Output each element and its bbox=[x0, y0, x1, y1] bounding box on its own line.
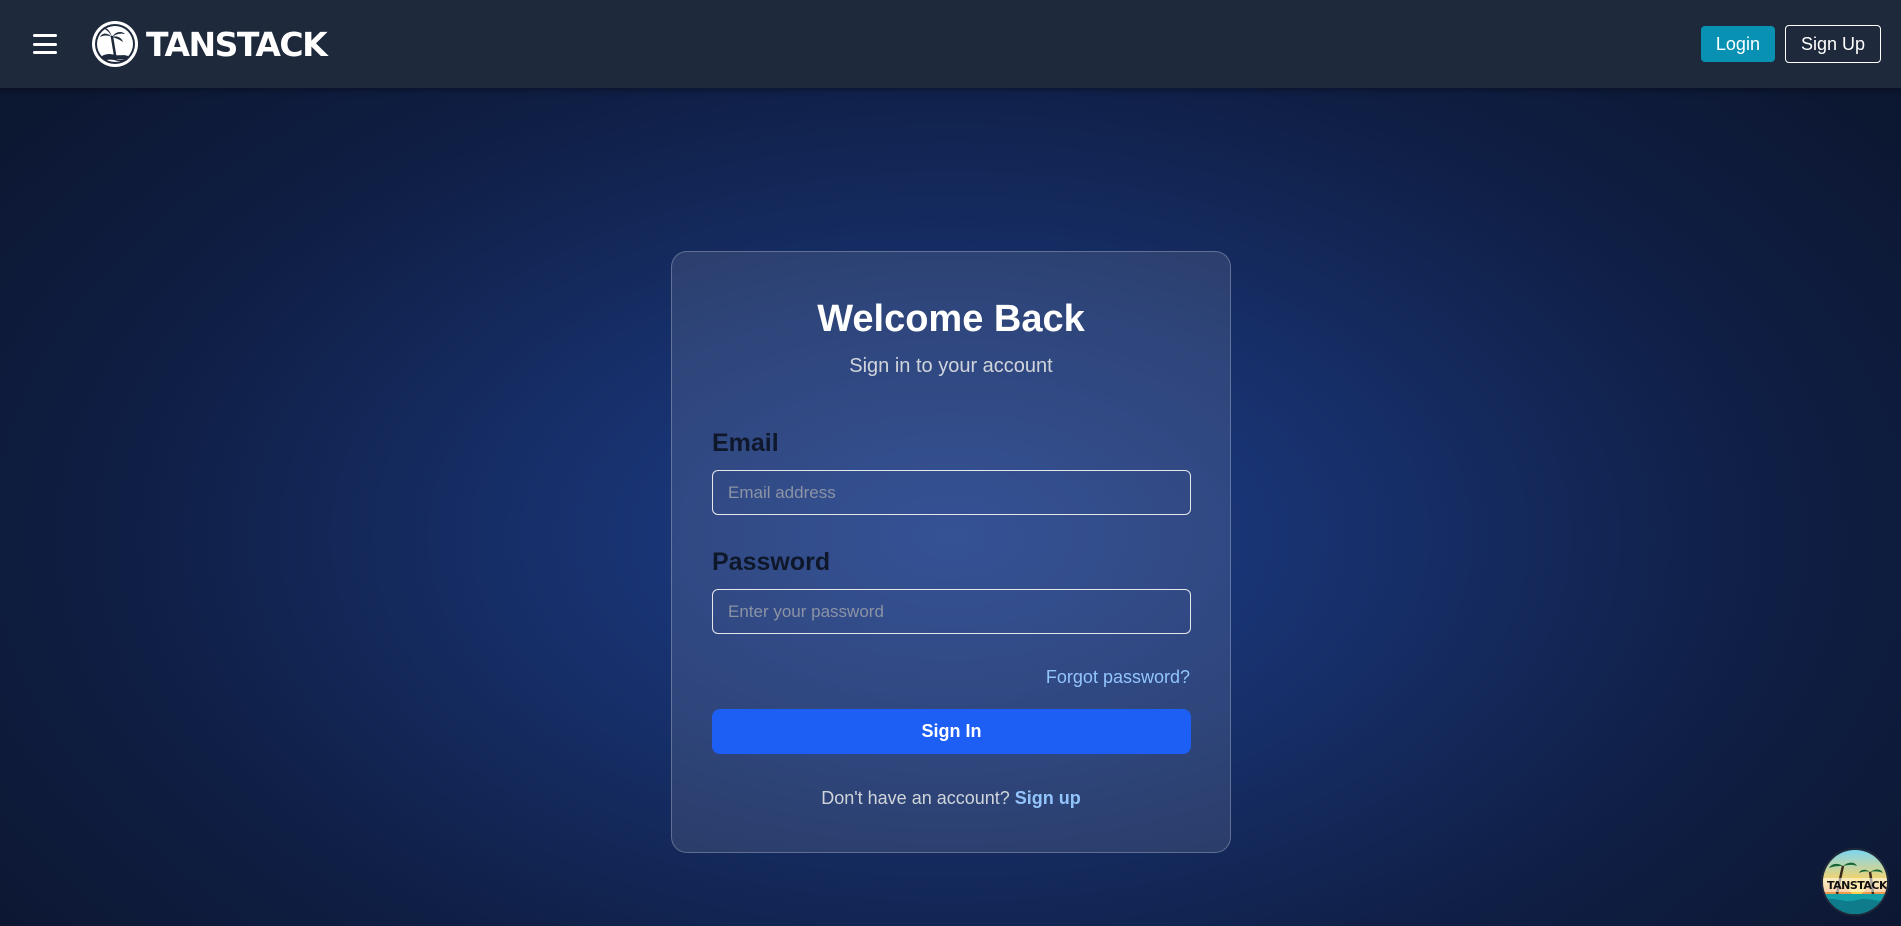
brand-home-link[interactable]: TANSTACK bbox=[90, 19, 328, 69]
password-label: Password bbox=[712, 548, 831, 576]
password-field[interactable] bbox=[712, 589, 1191, 634]
page-subtitle: Sign in to your account bbox=[849, 355, 1053, 377]
forgot-password-link[interactable]: Forgot password? bbox=[1046, 667, 1190, 687]
signup-button[interactable]: Sign Up bbox=[1784, 25, 1881, 63]
page-title: Welcome Back bbox=[817, 298, 1085, 340]
brand-name: TANSTACK bbox=[146, 24, 328, 64]
signup-prompt-text: Don't have an account? bbox=[821, 788, 1015, 808]
email-label: Email bbox=[712, 429, 779, 457]
nav-left: TANSTACK bbox=[30, 19, 328, 69]
menu-bar bbox=[33, 34, 57, 37]
login-button[interactable]: Login bbox=[1700, 26, 1775, 62]
nav-right: Login Sign Up bbox=[1700, 25, 1881, 63]
email-field[interactable] bbox=[712, 470, 1191, 515]
tanstack-devtools-toggle[interactable]: TANSTACK bbox=[1821, 848, 1889, 916]
menu-bar bbox=[33, 51, 57, 54]
top-navbar: TANSTACK Login Sign Up bbox=[0, 0, 1901, 88]
signup-link[interactable]: Sign up bbox=[1015, 788, 1081, 808]
login-card: Welcome Back Sign in to your account Ema… bbox=[671, 251, 1231, 853]
sign-in-button[interactable]: Sign In bbox=[712, 709, 1191, 754]
devtools-badge-text: TANSTACK bbox=[1826, 879, 1888, 892]
menu-bar bbox=[33, 42, 57, 46]
signup-prompt: Don't have an account? Sign up bbox=[712, 787, 1190, 809]
hamburger-menu-icon[interactable] bbox=[30, 31, 60, 57]
forgot-password-row: Forgot password? bbox=[712, 666, 1190, 688]
palm-tree-logo-icon bbox=[92, 21, 138, 67]
